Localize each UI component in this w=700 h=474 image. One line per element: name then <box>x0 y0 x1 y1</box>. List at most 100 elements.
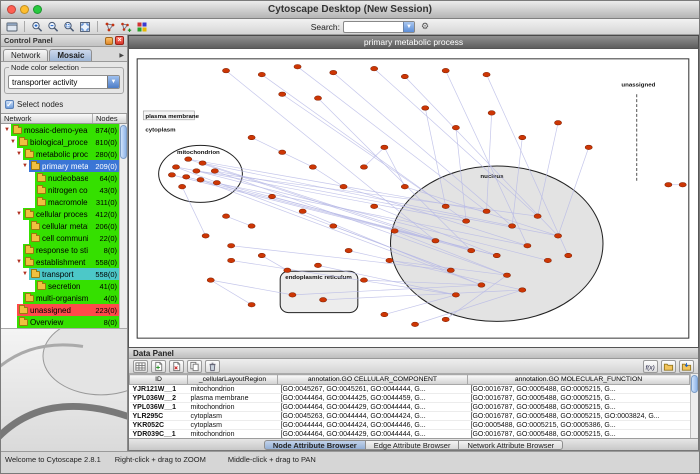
table-row[interactable]: YKR052Ccytoplasm[GO:0044444, GO:0044424,… <box>130 421 690 430</box>
tree-item-count: 206(0) <box>88 222 119 231</box>
tree-row[interactable]: ▼metabolic process280(0) <box>1 148 119 160</box>
birdseye-view[interactable] <box>1 328 127 451</box>
tree-row[interactable]: ▼primary metabo209(0) <box>1 160 119 172</box>
zoom-window-icon[interactable] <box>33 5 42 14</box>
select-nodes-row[interactable]: ✓ Select nodes <box>5 98 123 110</box>
tree-item-count: 558(0) <box>88 270 119 279</box>
create-attribute-icon[interactable] <box>151 360 166 373</box>
tree-row[interactable]: ▼establishment of l558(0) <box>1 256 119 268</box>
tree-row[interactable]: nitrogen compo43(0) <box>1 184 119 196</box>
delete-attribute-icon[interactable] <box>169 360 184 373</box>
tree-row[interactable]: ▼biological_process810(0) <box>1 136 119 148</box>
close-window-icon[interactable] <box>7 5 16 14</box>
svg-text:cytoplasm: cytoplasm <box>145 128 175 134</box>
tree-row[interactable]: cell communica22(0) <box>1 232 119 244</box>
first-neighbors-icon[interactable] <box>103 20 117 33</box>
network-canvas[interactable]: mitochondrionnucleusendoplasmic reticulu… <box>129 49 698 347</box>
table-scrollbar[interactable] <box>690 374 698 438</box>
tree-item-label: transport <box>42 270 88 279</box>
select-nodes-checkbox[interactable]: ✓ <box>5 100 14 109</box>
tree-header-network[interactable]: Network <box>1 114 93 123</box>
tab-node-attribute-browser[interactable]: Node Attribute Browser <box>264 440 366 450</box>
import-attributes-icon[interactable] <box>661 360 676 373</box>
close-panel-icon[interactable]: × <box>115 36 124 45</box>
tab-network-attribute-browser[interactable]: Network Attribute Browser <box>458 440 563 450</box>
window-titlebar[interactable]: Cytoscape Desktop (New Session) <box>1 1 699 19</box>
export-attributes-icon[interactable] <box>679 360 694 373</box>
tree-expander-icon[interactable]: ▼ <box>15 259 23 265</box>
table-row[interactable]: YDR039C__1mitochondrion[GO:0044464, GO:0… <box>130 430 690 439</box>
copy-attribute-icon[interactable] <box>187 360 202 373</box>
tree-expander-icon[interactable]: ▼ <box>15 151 23 157</box>
formula-icon[interactable]: f(x) <box>643 360 658 373</box>
tree-row[interactable]: ▼mosaic-demo-yeast874(0) <box>1 124 119 136</box>
network-view-title[interactable]: primary metabolic process <box>128 35 699 48</box>
right-column: primary metabolic process mitochondrionn… <box>128 35 699 451</box>
tree-item-label: primary metabo <box>42 162 88 171</box>
snapshot-icon[interactable] <box>5 20 19 33</box>
node-color-dropdown[interactable]: transporter activity ▼ <box>8 75 120 89</box>
tree-row[interactable]: ▼cellular process412(0) <box>1 208 119 220</box>
table-row[interactable]: YJR121W__1mitochondrion[GO:0045267, GO:0… <box>130 385 690 394</box>
table-row[interactable]: YPL036W__1mitochondrion[GO:0044464, GO:0… <box>130 403 690 412</box>
tree-expander-icon[interactable]: ▼ <box>21 271 29 277</box>
folder-icon <box>25 259 34 266</box>
tree-expander-icon[interactable]: ▼ <box>21 163 29 169</box>
chevron-down-icon[interactable]: ▼ <box>107 76 119 88</box>
column-header[interactable]: _cellularLayoutRegion <box>188 375 278 385</box>
table-row[interactable]: YLR295Ccytoplasm[GO:0045263, GO:0044444,… <box>130 412 690 421</box>
tree-row[interactable]: Overview8(0) <box>1 316 119 328</box>
scrollbar-thumb[interactable] <box>120 125 127 159</box>
folder-icon <box>37 175 46 182</box>
zoom-out-icon[interactable] <box>46 20 60 33</box>
tree-row[interactable]: secretion41(0) <box>1 280 119 292</box>
tab-edge-attribute-browser[interactable]: Edge Attribute Browser <box>365 440 460 450</box>
zoom-in-icon[interactable] <box>30 20 44 33</box>
folder-icon <box>37 199 46 206</box>
tree-row[interactable]: multi-organism pro4(0) <box>1 292 119 304</box>
tree-row[interactable]: macromolecule311(0) <box>1 196 119 208</box>
tree-header-nodes[interactable]: Nodes <box>93 114 127 123</box>
minimize-window-icon[interactable] <box>20 5 29 14</box>
search-options-icon[interactable]: ⚙ <box>418 20 432 33</box>
tree-row[interactable]: response to stimu8(0) <box>1 244 119 256</box>
tree-row[interactable]: unassigned223(0) <box>1 304 119 316</box>
tree-row[interactable]: cellular metabo206(0) <box>1 220 119 232</box>
tree-row[interactable]: ▼ transport558(0) <box>1 268 119 280</box>
table-cell: mitochondrion <box>188 403 278 412</box>
trash-icon[interactable] <box>205 360 220 373</box>
data-panel-toolbar: f(x) <box>129 359 698 374</box>
folder-icon <box>19 319 28 326</box>
tree-expander-icon[interactable]: ▼ <box>9 139 17 145</box>
table-cell: [GO:0045263, GO:0044444, GO:0044424, G..… <box>278 412 468 421</box>
tree-wrap: ▼mosaic-demo-yeast874(0)▼biological_proc… <box>1 124 127 328</box>
zoom-selected-icon[interactable] <box>62 20 76 33</box>
scrollbar-thumb[interactable] <box>691 375 698 393</box>
chevron-down-icon[interactable]: ▼ <box>403 22 414 32</box>
tree-item-count: 41(0) <box>88 282 119 291</box>
select-attributes-icon[interactable] <box>133 360 148 373</box>
status-bar: Welcome to Cytoscape 2.8.1 Right-click +… <box>1 451 699 473</box>
node-color-selection-group: Node color selection transporter activit… <box>4 67 124 94</box>
tree-expander-icon[interactable]: ▼ <box>3 127 11 133</box>
column-header[interactable]: annotation.GO CELLULAR_COMPONENT <box>278 375 468 385</box>
zoom-fit-icon[interactable] <box>78 20 92 33</box>
column-header[interactable]: ID <box>130 375 188 385</box>
new-network-from-selection-icon[interactable] <box>119 20 133 33</box>
vizmapper-icon[interactable] <box>135 20 149 33</box>
tab-network[interactable]: Network <box>3 49 48 61</box>
column-header[interactable]: annotation.GO MOLECULAR_FUNCTION <box>468 375 690 385</box>
table-row[interactable]: YPL036W__2plasma membrane[GO:0044464, GO… <box>130 394 690 403</box>
control-panel-title: Control Panel <box>4 36 53 45</box>
table-cell: [GO:0016787, GO:0005488, GO:0005215, GO:… <box>468 412 690 421</box>
float-panel-icon[interactable] <box>105 37 113 45</box>
tab-scroll-right-icon[interactable]: ▶ <box>116 50 127 61</box>
tree-item-count: 8(0) <box>88 318 119 327</box>
tree-expander-icon[interactable]: ▼ <box>15 211 23 217</box>
tree-item-label: cellular metabo <box>42 222 88 231</box>
tree-scrollbar[interactable] <box>119 124 127 328</box>
tab-mosaic[interactable]: Mosaic <box>49 49 92 61</box>
search-input[interactable]: ▼ <box>343 21 415 33</box>
attribute-table[interactable]: ID_cellularLayoutRegionannotation.GO CEL… <box>129 374 690 438</box>
tree-row[interactable]: nucleobase-co64(0) <box>1 172 119 184</box>
